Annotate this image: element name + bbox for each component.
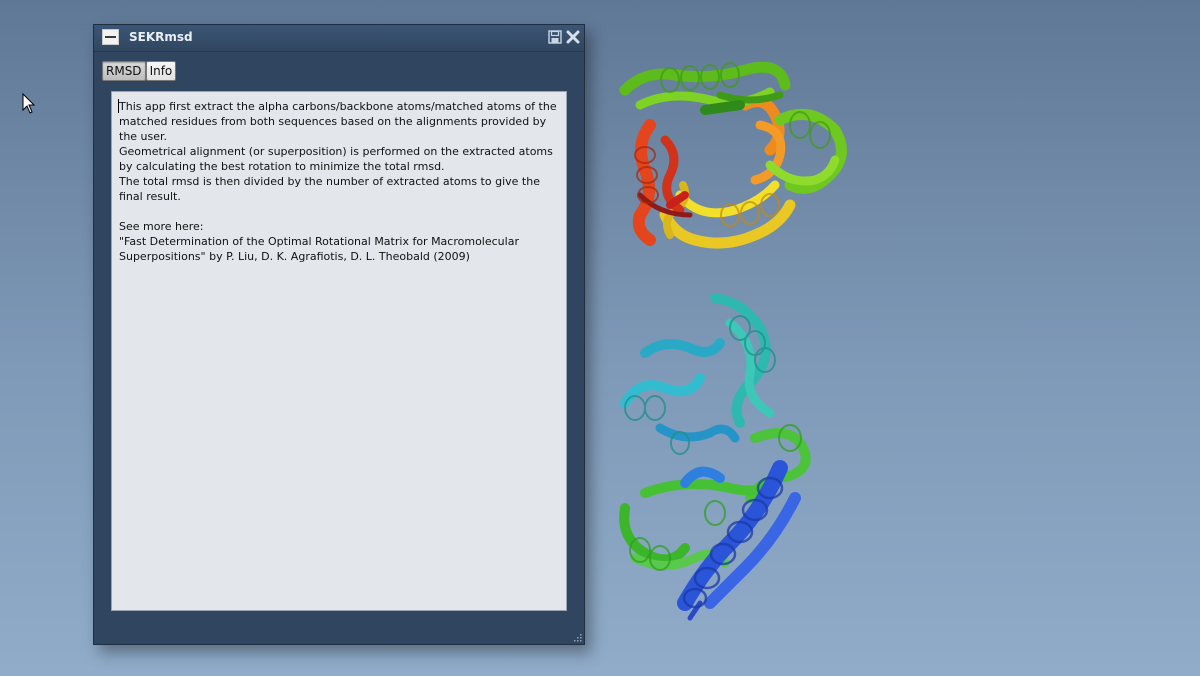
sekrmsd-window[interactable]: SEKRmsd RMSD Info This app first extract … (93, 24, 585, 645)
tab-bar: RMSD Info (102, 61, 177, 81)
window-title: SEKRmsd (129, 30, 193, 44)
info-text-area[interactable]: This app first extract the alpha carbons… (111, 91, 567, 611)
close-icon[interactable] (566, 30, 580, 44)
app-logo-icon (102, 29, 119, 45)
protein-structure-top[interactable] (610, 45, 855, 255)
info-description: This app first extract the alpha carbons… (119, 100, 557, 263)
protein-structure-bottom[interactable] (605, 288, 820, 623)
resize-grip-icon[interactable] (572, 632, 582, 642)
tab-info[interactable]: Info (145, 61, 177, 81)
tab-rmsd[interactable]: RMSD (102, 61, 146, 81)
mouse-cursor-icon (22, 93, 36, 114)
save-icon[interactable] (548, 30, 562, 44)
desktop-background: SEKRmsd RMSD Info This app first extract … (0, 0, 1200, 676)
window-titlebar[interactable]: SEKRmsd (94, 25, 584, 52)
